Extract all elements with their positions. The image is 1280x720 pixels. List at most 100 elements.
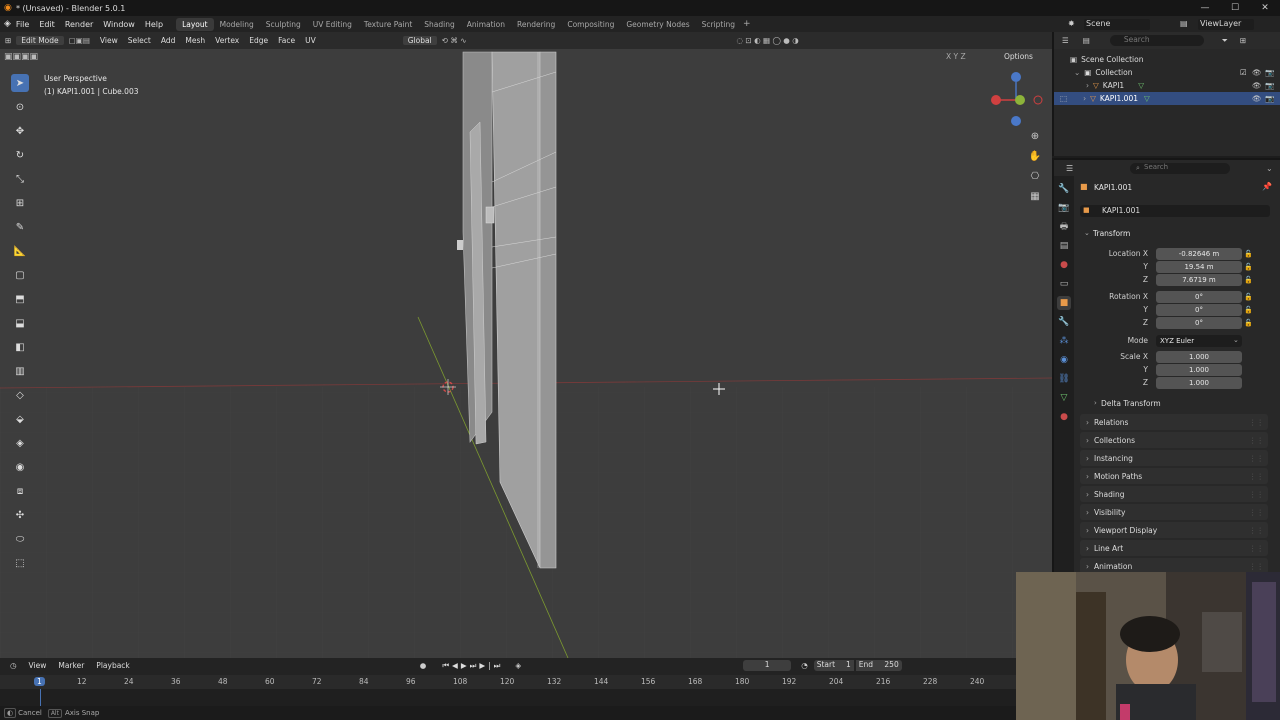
chevron-right-icon[interactable]: › bbox=[1086, 81, 1089, 90]
pivot-snap-icons[interactable]: ⟲ ⌘ ∿ bbox=[437, 36, 472, 45]
lock-icon[interactable]: 🔓 bbox=[1244, 304, 1253, 316]
vertex-menu[interactable]: Vertex bbox=[210, 36, 244, 45]
display-mode-icon[interactable]: ▤ bbox=[1083, 36, 1090, 45]
scale-x-field[interactable]: 1.000 bbox=[1156, 351, 1242, 363]
panel-visibility[interactable]: › Visibility ⋮⋮ bbox=[1080, 504, 1268, 520]
outliner-item-kapi1[interactable]: › ▽ KAPI1 ▽ 👁 📷 bbox=[1054, 79, 1280, 92]
close-button[interactable]: ✕ bbox=[1250, 0, 1280, 16]
filter-icon[interactable]: ⏷ bbox=[1222, 36, 1228, 46]
select-mode-icons[interactable]: ▢▣▤ bbox=[64, 36, 95, 45]
transform-panel-header[interactable]: Transform bbox=[1093, 229, 1130, 238]
camera-icon[interactable]: 📷 bbox=[1265, 68, 1274, 77]
constraints-tab-icon[interactable]: ⛓ bbox=[1057, 372, 1071, 386]
delta-transform-header[interactable]: Delta Transform bbox=[1101, 399, 1161, 408]
panel-viewport-display[interactable]: › Viewport Display ⋮⋮ bbox=[1080, 522, 1268, 538]
select-box-mode-icons[interactable]: ▣▣▣▣ bbox=[4, 52, 38, 62]
chevron-down-icon[interactable]: ⌄ bbox=[1266, 164, 1273, 173]
pan-hand-icon[interactable]: ✋ bbox=[1028, 150, 1042, 164]
lock-icons[interactable]: 🔓 🔓 🔓 🔓 🔓 🔓 bbox=[1244, 248, 1253, 329]
frame-ruler[interactable]: 1 12 24 36 48 60 72 84 96 108 120 132 144 156 168 180 19… bbox=[0, 675, 1016, 689]
chevron-down-icon[interactable]: ⌄ bbox=[1074, 68, 1080, 77]
edge-menu[interactable]: Edge bbox=[244, 36, 273, 45]
drag-handle-icon[interactable]: ⋮⋮ bbox=[1249, 490, 1264, 499]
eye-icon[interactable]: 👁 bbox=[1252, 81, 1262, 90]
visibility-gizmo-icons[interactable]: ◌ ⊡ ◐ ▦ ◯ ● ◑ bbox=[732, 36, 804, 45]
rip-tool-icon[interactable]: ⬚ bbox=[11, 554, 29, 572]
workspace-tab-sculpting[interactable]: Sculpting bbox=[260, 18, 307, 31]
material-tab-icon[interactable]: ● bbox=[1057, 410, 1071, 424]
record-icon[interactable]: ● bbox=[420, 661, 427, 670]
outliner-type-icon[interactable]: ☰ bbox=[1062, 36, 1069, 45]
workspace-tab-layout[interactable]: Layout bbox=[176, 17, 214, 31]
outliner-search[interactable]: Search bbox=[1109, 35, 1204, 46]
panel-collections[interactable]: › Collections ⋮⋮ bbox=[1080, 432, 1268, 448]
scene-selector[interactable]: Scene bbox=[1084, 19, 1150, 30]
smooth-tool-icon[interactable]: ◉ bbox=[11, 458, 29, 476]
uv-menu[interactable]: UV bbox=[300, 36, 321, 45]
outliner-item-kapi1-001[interactable]: ⬚ › ▽ KAPI1.001 ▽ 👁 📷 bbox=[1054, 92, 1280, 105]
lock-icon[interactable]: 🔓 bbox=[1244, 248, 1253, 260]
chevron-right-icon[interactable]: › bbox=[1094, 399, 1097, 407]
menu-window[interactable]: Window bbox=[98, 20, 140, 29]
outliner-scene-collection[interactable]: ▣ Scene Collection bbox=[1054, 53, 1280, 66]
measure-tool-icon[interactable]: 📐 bbox=[11, 242, 29, 260]
workspace-tab-modeling[interactable]: Modeling bbox=[214, 18, 260, 31]
panel-relations[interactable]: › Relations ⋮⋮ bbox=[1080, 414, 1268, 430]
chevron-down-icon[interactable]: ⌄ bbox=[1084, 229, 1090, 237]
object-name-field[interactable]: KAPI1.001 bbox=[1080, 205, 1270, 217]
mode-selector[interactable]: Edit Mode bbox=[16, 36, 64, 45]
mesh-menu[interactable]: Mesh bbox=[180, 36, 210, 45]
rotation-z-field[interactable]: 0° bbox=[1156, 317, 1242, 329]
panel-shading[interactable]: › Shading ⋮⋮ bbox=[1080, 486, 1268, 502]
select-tool-icon[interactable]: ➤ bbox=[11, 74, 29, 92]
object-tab-icon[interactable]: ■ bbox=[1057, 296, 1071, 310]
timeline-type-icon[interactable]: ◷ bbox=[10, 661, 17, 670]
view-menu[interactable]: View bbox=[95, 36, 123, 45]
camera-icon[interactable]: ⎔ bbox=[1028, 170, 1042, 184]
menu-help[interactable]: Help bbox=[140, 20, 168, 29]
eye-icon[interactable]: 👁 bbox=[1252, 94, 1262, 103]
eye-icon[interactable]: 👁 bbox=[1252, 68, 1262, 77]
drag-handle-icon[interactable]: ⋮⋮ bbox=[1249, 472, 1264, 481]
modifier-tab-icon[interactable]: 🔧 bbox=[1057, 315, 1071, 329]
drag-handle-icon[interactable]: ⋮⋮ bbox=[1249, 544, 1264, 553]
properties-search[interactable]: Search bbox=[1130, 163, 1230, 174]
keying-icon[interactable]: ◈ bbox=[515, 661, 521, 670]
minimize-button[interactable]: — bbox=[1190, 0, 1220, 16]
poly-build-tool-icon[interactable]: ⬙ bbox=[11, 410, 29, 428]
navigation-gizmo[interactable] bbox=[991, 72, 1043, 126]
drag-handle-icon[interactable]: ⋮⋮ bbox=[1249, 436, 1264, 445]
workspace-tab-uv-editing[interactable]: UV Editing bbox=[307, 18, 358, 31]
timeline-marker-menu[interactable]: Marker bbox=[58, 661, 84, 670]
maximize-button[interactable]: ☐ bbox=[1220, 0, 1250, 16]
playback-controls[interactable]: ⏮◀▶⏭▶|⏭ bbox=[442, 661, 503, 671]
edit-mode-icon[interactable]: ⬚ bbox=[1060, 94, 1067, 103]
camera-icon[interactable]: 📷 bbox=[1265, 81, 1274, 90]
drag-handle-icon[interactable]: ⋮⋮ bbox=[1249, 418, 1264, 427]
panel-line-art[interactable]: › Line Art ⋮⋮ bbox=[1080, 540, 1268, 556]
annotate-tool-icon[interactable]: ✎ bbox=[11, 218, 29, 236]
physics-tab-icon[interactable]: ◉ bbox=[1057, 353, 1071, 367]
workspace-tab-scripting[interactable]: Scripting bbox=[696, 18, 741, 31]
rotation-mode-select[interactable]: XYZ Euler bbox=[1156, 335, 1242, 347]
start-frame-field[interactable]: Start 1 bbox=[813, 660, 854, 671]
scale-z-field[interactable]: 1.000 bbox=[1156, 377, 1242, 389]
location-z-field[interactable]: 7.6719 m bbox=[1156, 274, 1242, 286]
extrude-tool-icon[interactable]: ⬒ bbox=[11, 290, 29, 308]
lock-icon[interactable]: 🔓 bbox=[1244, 274, 1253, 286]
loop-cut-tool-icon[interactable]: ▥ bbox=[11, 362, 29, 380]
add-menu[interactable]: Add bbox=[156, 36, 181, 45]
panel-motion-paths[interactable]: › Motion Paths ⋮⋮ bbox=[1080, 468, 1268, 484]
select-menu[interactable]: Select bbox=[123, 36, 156, 45]
workspace-tab-rendering[interactable]: Rendering bbox=[511, 18, 561, 31]
view-layer-tab-icon[interactable]: ▤ bbox=[1057, 239, 1071, 253]
blender-menu-icon[interactable]: ◈ bbox=[4, 19, 11, 29]
menu-render[interactable]: Render bbox=[60, 20, 98, 29]
workspace-tab-shading[interactable]: Shading bbox=[418, 18, 460, 31]
drag-handle-icon[interactable]: ⋮⋮ bbox=[1249, 562, 1264, 571]
particles-tab-icon[interactable]: ⁂ bbox=[1057, 334, 1071, 348]
edge-slide-tool-icon[interactable]: ⧈ bbox=[11, 482, 29, 500]
drag-handle-icon[interactable]: ⋮⋮ bbox=[1249, 508, 1264, 517]
add-cube-tool-icon[interactable]: ▢ bbox=[11, 266, 29, 284]
bevel-tool-icon[interactable]: ◧ bbox=[11, 338, 29, 356]
